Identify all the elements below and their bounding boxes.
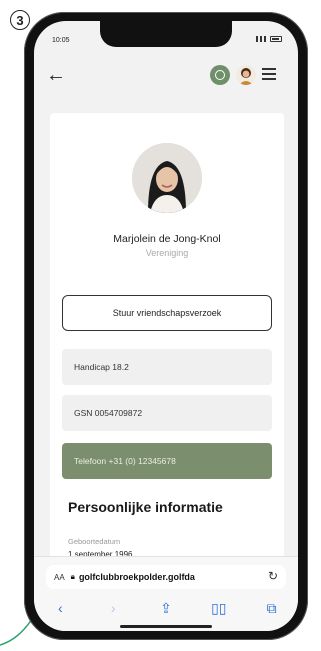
text-size-button[interactable]: AA [54,573,65,582]
tabs-icon[interactable]: ⧉ [260,600,284,617]
browser-bar: AA 🔒︎ golfclubbroekpolder.golfda ↻ ‹ › ⇪… [34,556,298,631]
phone-frame: 10:05 ← Marjolein de Jong-Knol Verenigin… [24,12,308,640]
browser-toolbar: ‹ › ⇪ ▯▯ ⧉ [34,597,298,619]
status-icons [256,36,282,42]
reload-icon[interactable]: ↻ [268,569,278,583]
profile-role: Vereniging [145,248,189,258]
group-icon[interactable] [210,65,230,85]
bookmarks-icon[interactable]: ▯▯ [207,600,231,617]
home-indicator [120,625,212,628]
profile-name: Marjolein de Jong-Knol [113,233,221,245]
back-arrow-icon[interactable]: ← [46,65,66,85]
user-avatar-icon[interactable] [236,65,256,85]
phone-notch [100,21,232,47]
battery-icon [270,36,282,42]
profile-avatar [132,143,202,213]
friend-request-button[interactable]: Stuur vriendschapsverzoek [62,295,272,331]
gsn-field: GSN 0054709872 [62,395,272,431]
phone-button[interactable]: Telefoon +31 (0) 12345678 [62,443,272,479]
canvas: 3 10:05 ← Marjolein de Jong-Knol Verenig… [0,0,321,651]
browser-back-icon[interactable]: ‹ [48,600,72,616]
step-number-badge: 3 [10,10,30,30]
hamburger-menu-icon[interactable] [262,68,276,80]
address-bar[interactable]: AA 🔒︎ golfclubbroekpolder.golfda ↻ [46,565,286,589]
handicap-field: Handicap 18.2 [62,349,272,385]
share-icon[interactable]: ⇪ [154,600,178,617]
dob-label: Geboortedatum [68,537,121,546]
phone-screen: 10:05 ← Marjolein de Jong-Knol Verenigin… [34,21,298,631]
status-time: 10:05 [52,37,70,44]
browser-forward-icon[interactable]: › [101,600,125,616]
lock-icon: 🔒︎ [70,572,75,581]
signal-icon [256,36,266,42]
personal-info-title: Persoonlijke informatie [68,499,223,515]
app-topbar: ← [34,59,298,99]
profile-card: Marjolein de Jong-Knol Vereniging Stuur … [50,113,284,593]
url-text: golfclubbroekpolder.golfda [78,572,195,582]
